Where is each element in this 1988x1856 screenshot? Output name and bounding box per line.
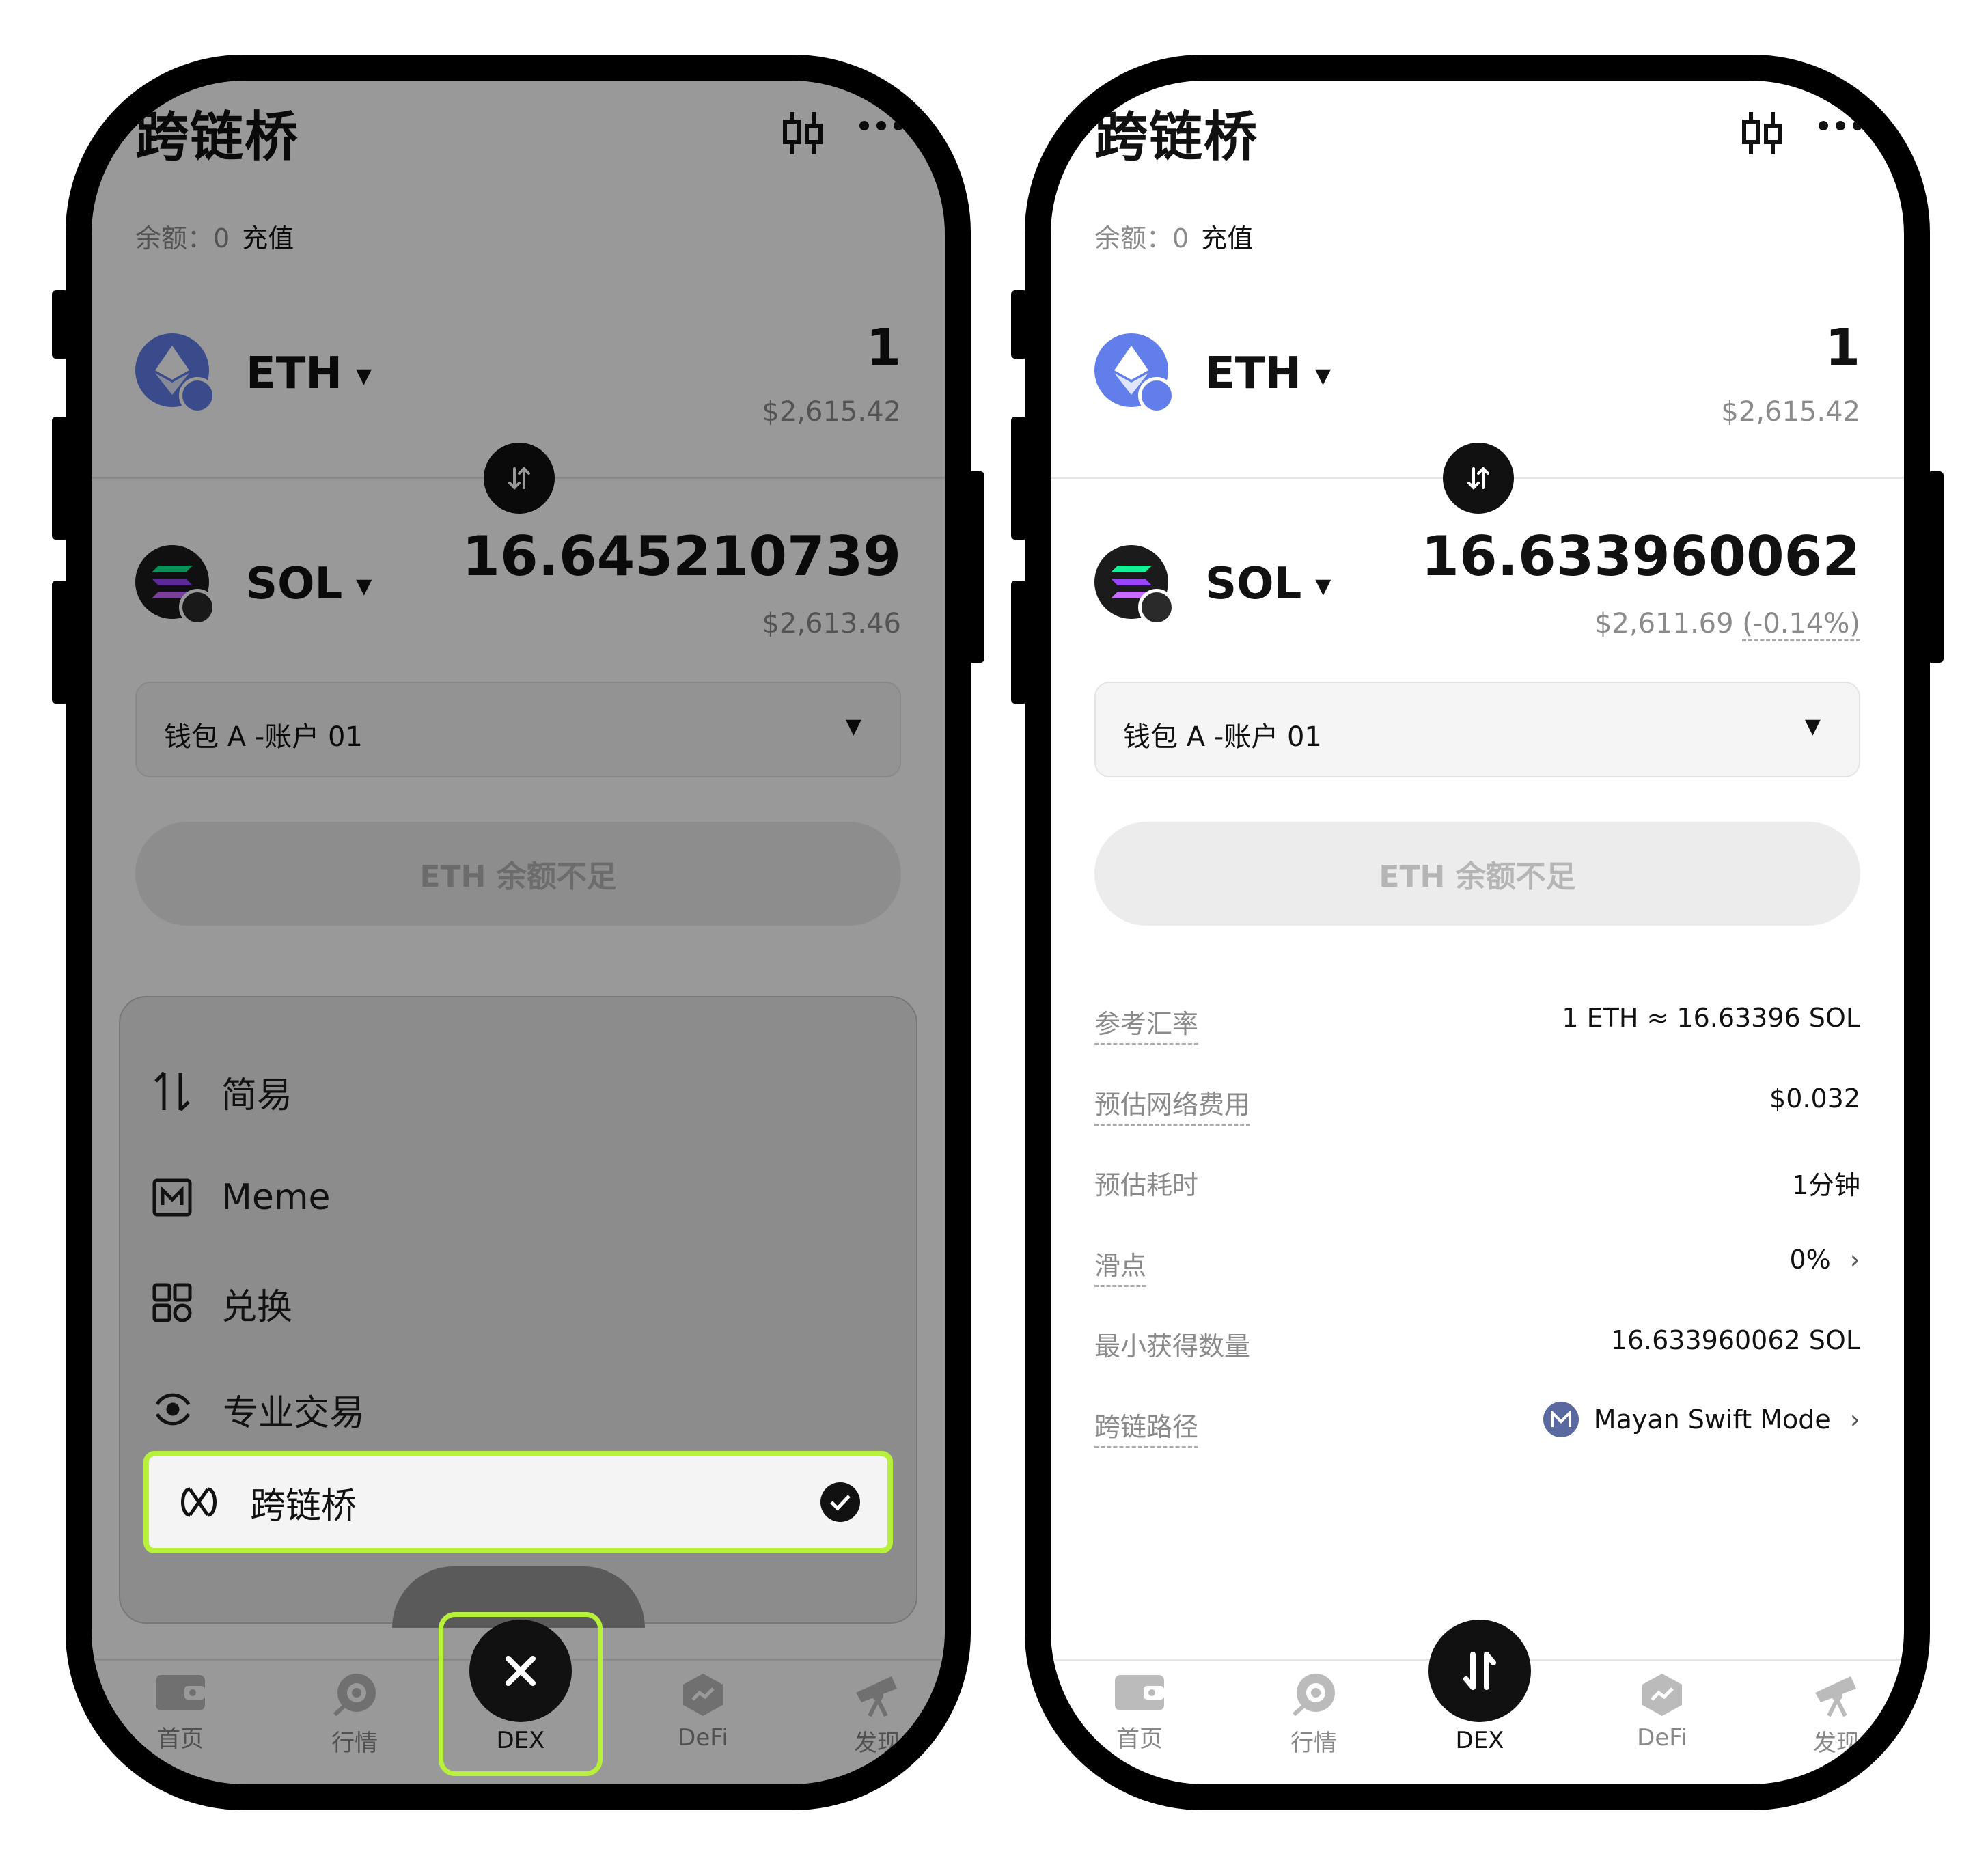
to-token-symbol: SOL: [1205, 559, 1302, 609]
more-icon[interactable]: [1818, 120, 1863, 134]
page-title: 跨链桥: [1094, 107, 1259, 168]
min-received-label: 最小获得数量: [1094, 1331, 1251, 1361]
tab-home[interactable]: 首页: [1092, 1672, 1187, 1754]
tab-label: 首页: [1116, 1726, 1163, 1753]
side-button: [968, 471, 984, 663]
route-selector[interactable]: Mayan Swift Mode ›: [1543, 1402, 1860, 1437]
menu-item-simple[interactable]: 简易: [152, 1057, 292, 1126]
defi-icon: [1642, 1674, 1682, 1716]
close-icon: [506, 1656, 536, 1686]
close-menu-button[interactable]: [469, 1620, 572, 1722]
menu-item-label: 兑换: [221, 1286, 293, 1328]
to-usd-row: $2,611.69 (-0.14%): [1594, 608, 1860, 641]
side-button: [1011, 581, 1027, 704]
caret-down-icon: ▼: [1804, 715, 1821, 738]
from-token-selector[interactable]: ETH ▼: [1205, 348, 1331, 399]
price-impact[interactable]: (-0.14%): [1742, 608, 1860, 641]
from-token-symbol: ETH: [1205, 348, 1301, 399]
telescope-icon: [1815, 1676, 1856, 1717]
menu-item-label: 简易: [221, 1075, 293, 1116]
tab-label: 发现: [1813, 1730, 1860, 1757]
menu-item-meme[interactable]: Meme: [152, 1163, 331, 1232]
tab-discover[interactable]: 发现: [1789, 1672, 1884, 1758]
side-button: [1011, 417, 1027, 540]
caret-down-icon: ▼: [1314, 363, 1331, 388]
time-label: 预估耗时: [1094, 1170, 1199, 1200]
candlestick-icon[interactable]: [1740, 109, 1784, 160]
eth-token-icon: [1094, 333, 1175, 414]
menu-item-pro-trade[interactable]: 专业交易: [152, 1375, 365, 1443]
rate-label[interactable]: 参考汇率: [1094, 1003, 1199, 1045]
to-usd: $2,611.69: [1594, 608, 1734, 639]
mayan-logo-icon: [1543, 1402, 1579, 1437]
from-usd: $2,615.42: [1721, 396, 1860, 428]
menu-item-label: 跨链桥: [250, 1485, 357, 1527]
wallet-icon: [1115, 1675, 1164, 1710]
balance-row: 余额：0 充值: [1094, 217, 1253, 255]
insufficient-balance-button[interactable]: ETH 余额不足: [1094, 822, 1860, 926]
swap-direction-button[interactable]: [1443, 443, 1514, 514]
chevron-right-icon: ›: [1849, 1245, 1860, 1275]
fee-label[interactable]: 预估网络费用: [1094, 1083, 1251, 1126]
menu-item-bridge[interactable]: 跨链桥: [143, 1451, 893, 1553]
tab-label: 行情: [1290, 1730, 1337, 1757]
min-received-value: 16.633960062 SOL: [1610, 1325, 1860, 1355]
chevron-right-icon: ›: [1849, 1404, 1860, 1435]
slippage-value: 0%: [1789, 1245, 1831, 1275]
meme-icon: [152, 1178, 192, 1217]
fee-value: $0.032: [1769, 1083, 1860, 1113]
menu-item-exchange[interactable]: 兑换: [152, 1269, 292, 1338]
swap-arrows-icon: [1463, 1652, 1496, 1690]
caret-down-icon: ▼: [1315, 574, 1331, 598]
check-icon: [820, 1482, 860, 1522]
tab-defi[interactable]: DeFi: [1614, 1672, 1710, 1751]
side-button: [52, 290, 68, 359]
rate-value: 1 ETH ≈ 16.63396 SOL: [1562, 1003, 1860, 1033]
balance-value: 0: [1172, 223, 1189, 253]
tab-market[interactable]: 行情: [1266, 1672, 1362, 1758]
bridge-icon: [181, 1487, 217, 1517]
slippage-row[interactable]: 0% ›: [1790, 1245, 1861, 1275]
to-amount: 16.633960062: [1421, 525, 1860, 588]
tab-dex-label[interactable]: DEX: [1432, 1727, 1528, 1754]
dex-button[interactable]: [1428, 1620, 1531, 1722]
route-label[interactable]: 跨链路径: [1094, 1406, 1199, 1448]
wallet-label: 钱包 A -账户 01: [1123, 721, 1322, 753]
route-value: Mayan Swift Mode: [1593, 1404, 1831, 1435]
phone-right: 跨链桥 余额：0 充值 ETH ▼ 1 $2,615.42 SOL ▼ 16.6…: [1011, 55, 1944, 1810]
phone-left: 跨链桥 余额：0 充值 ETH ▼ 1 $2,615.42 SOL ▼ 16.6…: [52, 55, 984, 1810]
tab-dex-label[interactable]: DEX: [473, 1727, 568, 1754]
slippage-label[interactable]: 滑点: [1094, 1245, 1147, 1287]
sol-token-icon: [1094, 545, 1175, 626]
exchange-icon: [152, 1283, 192, 1322]
market-icon: [1293, 1674, 1335, 1717]
wallet-selector[interactable]: 钱包 A -账户 01 ▼: [1094, 682, 1860, 777]
side-button: [1011, 290, 1027, 359]
from-amount[interactable]: 1: [1825, 318, 1861, 377]
menu-item-label: Meme: [221, 1177, 331, 1218]
to-token-selector[interactable]: SOL ▼: [1205, 559, 1331, 609]
sort-arrows-icon: [154, 1072, 190, 1111]
time-value: 1分钟: [1791, 1170, 1860, 1200]
side-button: [52, 417, 68, 540]
tab-label: DeFi: [1637, 1724, 1687, 1751]
balance-label: 余额：: [1094, 223, 1173, 253]
pro-trade-icon: [155, 1393, 191, 1426]
menu-item-label: 专业交易: [223, 1392, 365, 1434]
side-button: [52, 581, 68, 704]
screen-left: 跨链桥 余额：0 充值 ETH ▼ 1 $2,615.42 SOL ▼ 16.6…: [92, 81, 945, 1784]
side-button: [1927, 471, 1944, 663]
screen-right: 跨链桥 余额：0 充值 ETH ▼ 1 $2,615.42 SOL ▼ 16.6…: [1051, 81, 1904, 1784]
recharge-link[interactable]: 充值: [1201, 223, 1253, 253]
